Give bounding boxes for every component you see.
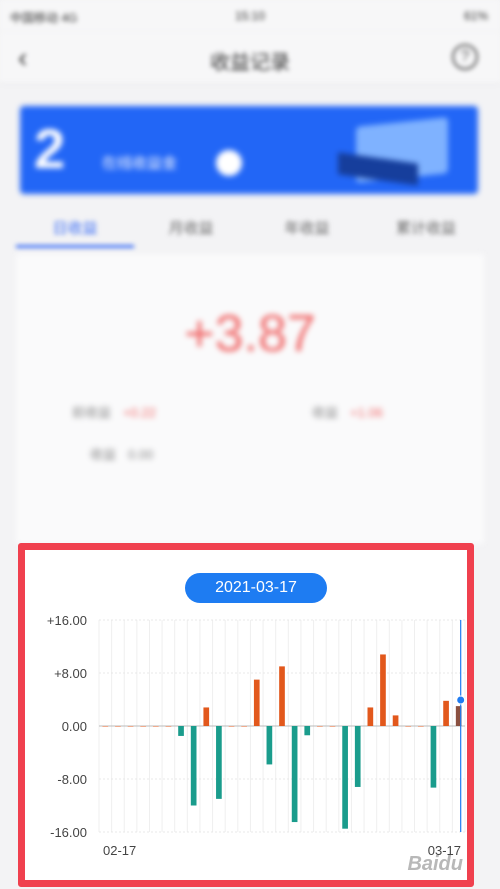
summary-row-3-label: 收益 (90, 447, 117, 462)
chart-bar (266, 726, 273, 765)
chart-bar (102, 726, 109, 727)
banner-text: 在线收益金 (102, 155, 178, 172)
y-tick-label: -16.00 (50, 825, 87, 840)
help-icon[interactable]: ? (452, 44, 478, 70)
y-tick-label: 0.00 (62, 719, 87, 734)
chart-bar (190, 726, 197, 806)
earnings-chart-card: 2021-03-17 +16.00 +8.00 0.00 -8.00 -16.00 02-… (18, 543, 474, 887)
summary-row-1: 前收益 +0.22 (72, 402, 156, 421)
chart-bar (228, 726, 235, 727)
summary-row-3: 收益 0.00 (90, 444, 153, 463)
chart-bar (417, 726, 424, 727)
chart-bar (203, 707, 210, 726)
chart-bar (279, 666, 285, 726)
x-tick-label: 02-17 (103, 843, 136, 858)
chart-bar (127, 726, 134, 727)
chart-bar (367, 707, 374, 726)
chart-bar (392, 715, 399, 726)
selection-cursor-dot (456, 695, 466, 705)
chart-bar (253, 679, 260, 726)
y-tick-label: +8.00 (54, 666, 87, 681)
period-tabs: 日收益 月收益 年收益 累计收益 (0, 205, 500, 251)
chart-bar (291, 726, 298, 823)
nav-bar: ‹ 收益记录 ? (0, 32, 500, 84)
earnings-value: +3.87 (184, 305, 316, 363)
earnings-summary: +3.87 前收益 +0.22 收益 +1.06 收益 0.00 (16, 254, 484, 544)
chart-bar (165, 726, 172, 727)
battery-text: 61% (463, 9, 488, 23)
page-title: 收益记录 (210, 52, 290, 74)
chart-bar (140, 726, 147, 727)
active-tab-underline (16, 245, 134, 248)
summary-row-2-value: +1.06 (350, 405, 383, 420)
summary-row-3-value: 0.00 (128, 447, 154, 462)
summary-row-2-label: 收益 (312, 405, 339, 420)
y-tick-label: -8.00 (57, 772, 87, 787)
earnings-bar-chart[interactable]: +16.00+8.000.00-8.00-16.0002-17 03-17 (25, 550, 467, 880)
tab-yearly[interactable]: 年收益 (247, 217, 367, 238)
chart-bar (216, 726, 222, 799)
promo-banner[interactable]: 2 在线收益金 (20, 106, 478, 194)
chart-bar (304, 726, 311, 736)
chart-bar (354, 726, 361, 787)
summary-row-1-value: +0.22 (123, 405, 156, 420)
chart-bar (430, 726, 437, 788)
chart-bar (342, 726, 348, 829)
tab-cumulative[interactable]: 累计收益 (366, 217, 486, 238)
baidu-watermark: Baidu (407, 853, 463, 875)
chart-bar (115, 726, 121, 727)
status-bar: 中国移动 4G 15:10 61% (0, 0, 500, 32)
tab-daily[interactable]: 日收益 (15, 217, 135, 238)
clock-text: 15:10 (234, 9, 266, 23)
banner-arrow-icon (216, 150, 242, 176)
chart-bar (152, 726, 159, 727)
chart-bar (405, 726, 412, 727)
chart-bar (443, 700, 449, 726)
chart-bar (241, 726, 247, 727)
summary-row-2: 收益 +1.06 (312, 402, 383, 421)
chart-bar (380, 654, 386, 726)
chart-bar (317, 726, 323, 727)
y-tick-label: +16.00 (47, 613, 87, 628)
chart-bar (329, 726, 336, 727)
chart-bar (178, 726, 184, 736)
banner-number: 2 (34, 117, 66, 180)
summary-row-1-label: 前收益 (72, 405, 112, 420)
tab-monthly[interactable]: 月收益 (131, 217, 251, 238)
